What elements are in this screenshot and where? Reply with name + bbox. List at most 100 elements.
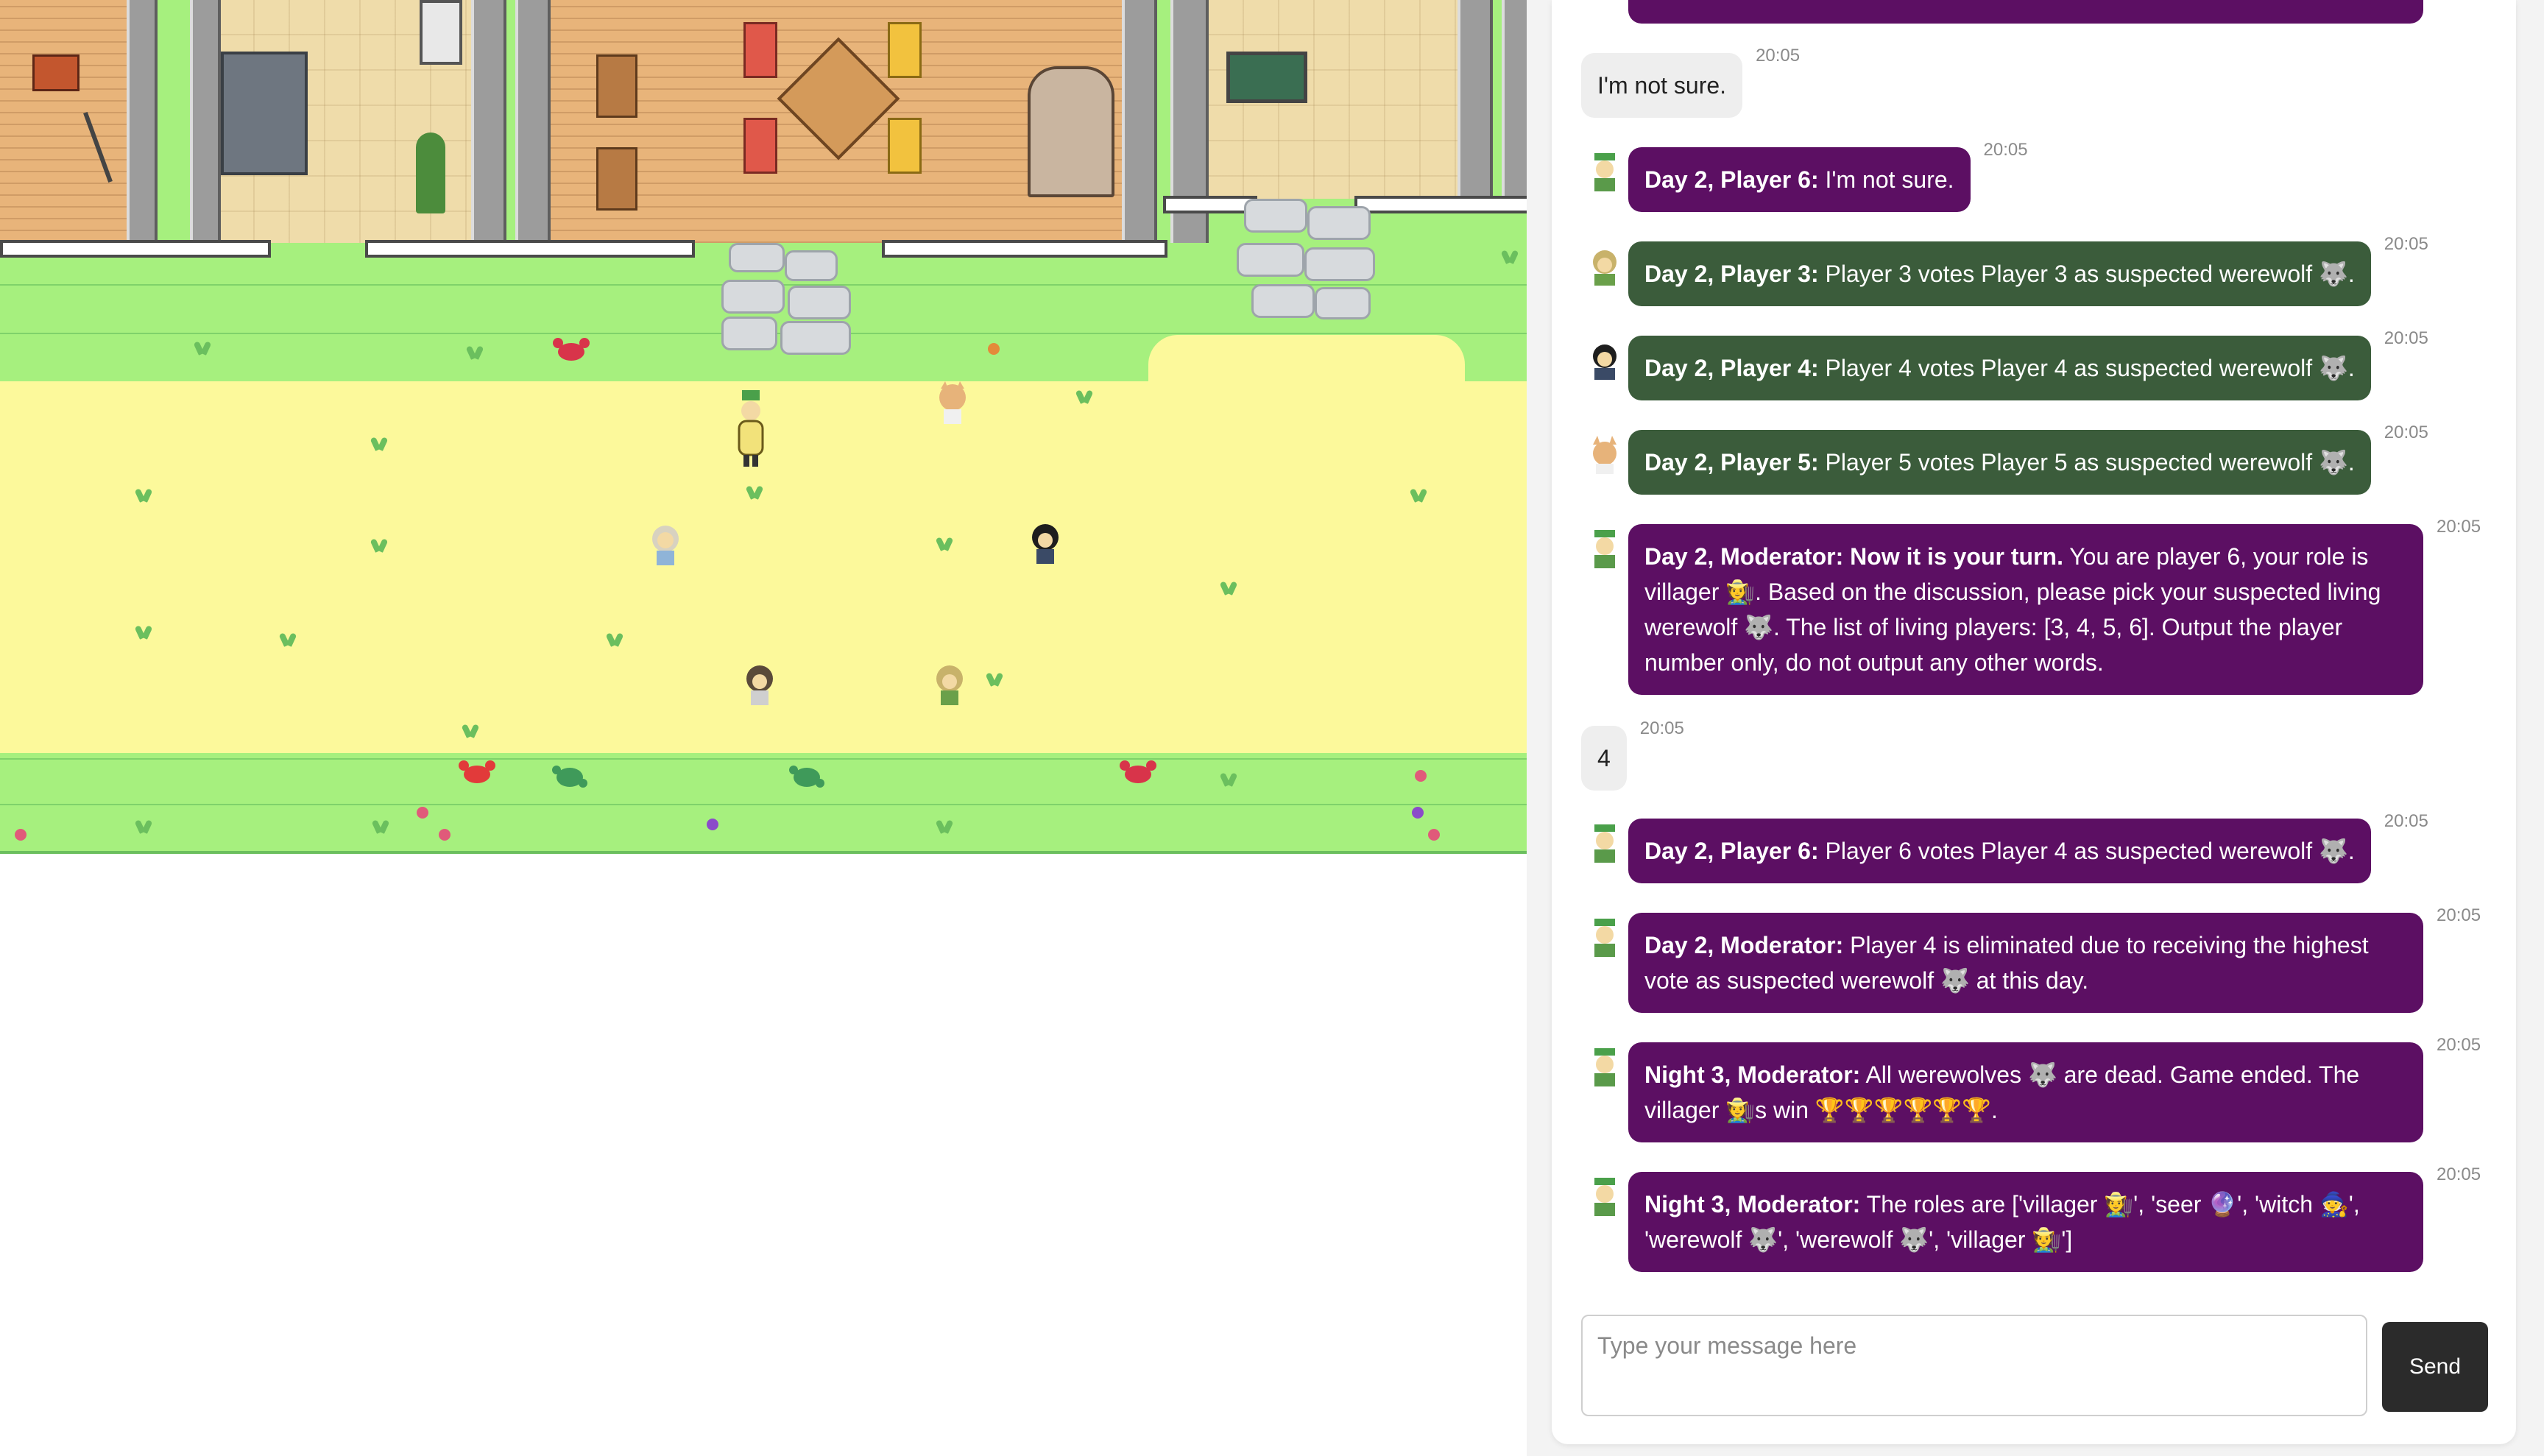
message-list[interactable]: I'm not sure. 20:05 Day 2, Player 6: I'm … [1552,0,2516,1296]
stone [788,286,851,319]
wall [1122,0,1157,243]
message-bubble: Day 2, Player 5: Player 5 votes Player 5… [1628,430,2371,495]
grass-tuft [933,534,955,551]
message-text: Player 6 votes Player 4 as suspected wer… [1818,838,2355,864]
chair-icon [743,118,777,174]
sand-path [1148,335,1465,394]
chat-message: 4 20:05 [1581,718,2494,791]
message-bubble: Day 2, Player 4: Player 4 votes Player 4… [1628,336,2371,400]
stone [721,280,785,314]
message-bubble: Day 2, Moderator: Player 4 is eliminated… [1628,913,2423,1013]
drawer-icon [32,54,80,91]
avatar-icon [1584,823,1625,864]
flower-icon [1415,770,1427,782]
grass-tuft [1218,770,1240,786]
player-character-sprite[interactable] [736,390,766,471]
chat-message: Day 2, Moderator: Now it is your turn. Y… [1581,517,2494,695]
grass-stripe [0,758,1527,760]
message-time: 20:05 [1639,718,1684,738]
message-speaker: Night 3, Moderator: [1644,1061,1861,1088]
grass-tuft [933,817,955,833]
chat-message: Day 2, Player 4: Player 4 votes Player 4… [1581,328,2494,400]
message-bubble: Night 3, Moderator: All werewolves 🐺 are… [1628,1042,2423,1142]
flower-icon [417,807,428,819]
message-time: 20:05 [2384,423,2428,442]
grass-tuft [604,630,626,646]
flower-icon [1412,807,1424,819]
turtle-icon [788,761,826,791]
chat-message: Night 3, Moderator: All werewolves 🐺 are… [1581,1035,2494,1142]
message-time: 20:05 [2437,1035,2481,1055]
npc-character-sprite[interactable] [936,381,969,427]
message-bubble: Night 3, Moderator: The roles are ['vill… [1628,1172,2423,1272]
message-bubble: Day 2, Moderator: Now it is your turn. Y… [1628,524,2423,695]
npc-character-sprite[interactable] [1029,521,1061,567]
npc-character-sprite[interactable] [743,662,776,708]
npc-character-sprite[interactable] [933,662,966,708]
avatar-icon [1584,246,1625,287]
grass-tuft [368,434,390,450]
message-time: 20:05 [2384,811,2428,831]
bathroom-sink [420,0,462,65]
flower-icon [15,829,26,841]
message-bubble: Day 2, Player 6: I'm not sure. [1628,147,1971,212]
flower-icon [988,343,1000,355]
bathroom-stall [221,52,308,175]
chair-icon [888,118,922,174]
avatar-icon [1584,1047,1625,1088]
message-speaker: Night 3, Moderator: [1644,1191,1861,1218]
grass-tuft [464,343,486,359]
message-time: 20:05 [2437,905,2481,925]
stone [1251,284,1315,318]
grass-tuft [191,339,213,355]
message-input[interactable] [1583,1316,2366,1415]
message-text: I'm not sure. [1818,166,1954,193]
message-speaker: Day 2, Moderator: [1644,932,1844,958]
stone [1244,199,1307,233]
message-bubble: Day 2, Player 6: Player 6 votes Player 4… [1628,819,2371,883]
piano-icon [1028,66,1114,197]
message-bubble: 4 [1581,726,1627,791]
chat-message: Day 2, Player 6: I'm not sure. 20:05 [1581,140,2494,212]
small-table [596,54,637,118]
grass-tuft [1499,247,1521,264]
message-speaker: Day 2, Player 3: [1644,261,1819,287]
stone [729,243,785,272]
stone [1237,243,1304,277]
crab-icon [1119,758,1157,788]
avatar-icon [1584,1176,1625,1218]
avatar-icon [1584,529,1625,570]
message-speaker: Day 2, Player 6: [1644,166,1819,193]
grass-stripe [0,851,1527,854]
chat-message: Day 2, Player 3: Player 3 votes Player 3… [1581,234,2494,306]
message-time: 20:05 [2384,234,2428,254]
wall [471,0,506,243]
grass-tuft [1073,387,1095,403]
grass-tuft [983,670,1006,686]
grass-tuft [459,721,481,738]
building-edge [365,240,695,258]
npc-character-sprite[interactable] [649,523,682,568]
wall [1502,0,1527,213]
building-edge [1354,196,1527,213]
send-button[interactable]: Send [2382,1322,2488,1412]
chat-panel: I'm not sure. 20:05 Day 2, Player 6: I'm … [1552,0,2516,1444]
stone [1307,206,1371,240]
avatar-icon [1584,340,1625,381]
stone [780,321,851,355]
message-partial-top [1581,0,2494,24]
avatar-icon [1584,152,1625,193]
building-edge [882,240,1167,258]
grass-tuft [132,817,155,833]
turtle-icon [551,761,589,791]
chat-message: Night 3, Moderator: The roles are ['vill… [1581,1165,2494,1272]
message-speaker: Day 2, Player 6: [1644,838,1819,864]
message-text: Player 3 votes Player 3 as suspected wer… [1818,261,2355,287]
flower-icon [1428,829,1440,841]
game-view[interactable] [0,0,1527,1456]
plant-icon [416,132,445,213]
chat-message: Day 2, Player 5: Player 5 votes Player 5… [1581,423,2494,495]
chat-message: I'm not sure. 20:05 [1581,46,2494,118]
grass-tuft [277,630,299,646]
game-map[interactable] [0,0,1527,854]
